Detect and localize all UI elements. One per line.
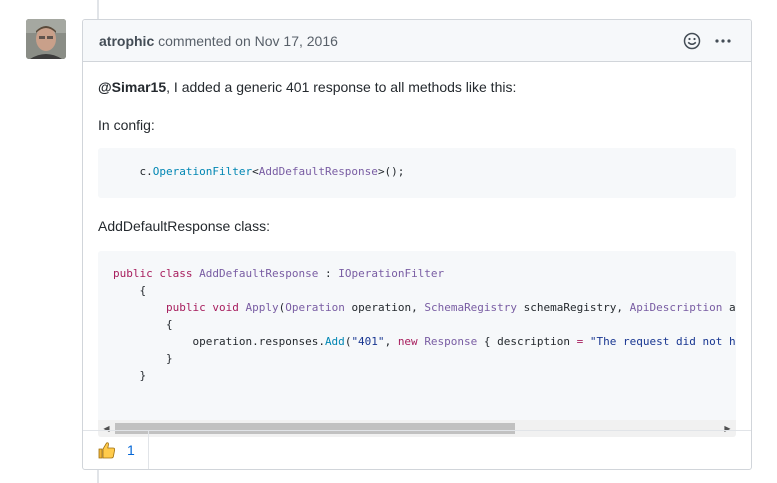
- mention-link[interactable]: @Simar15: [98, 79, 166, 95]
- comment-date-link[interactable]: Nov 17, 2016: [255, 33, 338, 49]
- avatar-image: [26, 19, 66, 59]
- smiley-icon[interactable]: [683, 31, 701, 51]
- author-link[interactable]: atrophic: [99, 33, 154, 49]
- comment-card: atrophic commented on Nov 17, 2016 @Sima…: [82, 19, 752, 470]
- thumbs-up-reaction-button[interactable]: 1: [83, 431, 149, 469]
- action-text: commented on: [154, 33, 255, 49]
- code-block-class: public class AddDefaultResponse : IOpera…: [98, 251, 736, 437]
- reaction-count: 1: [127, 442, 135, 458]
- code-block-config: c.OperationFilter<AddDefaultResponse>();: [98, 148, 736, 198]
- class-label: AddDefaultResponse class:: [98, 218, 270, 234]
- kebab-icon[interactable]: [715, 31, 731, 51]
- code-config: c.OperationFilter<AddDefaultResponse>();: [139, 165, 405, 178]
- intro-paragraph: @Simar15, I added a generic 401 response…: [98, 77, 516, 97]
- avatar[interactable]: [26, 19, 66, 59]
- comment-meta: atrophic commented on Nov 17, 2016: [99, 33, 338, 49]
- thumbs-up-icon: [98, 442, 116, 459]
- header-actions: [683, 31, 731, 51]
- config-label: In config:: [98, 117, 155, 133]
- reactions-bar: 1: [83, 430, 751, 469]
- code-class: public class AddDefaultResponse : IOpera…: [113, 267, 736, 382]
- intro-text: , I added a generic 401 response to all …: [166, 79, 517, 95]
- comment-header: atrophic commented on Nov 17, 2016: [83, 20, 751, 62]
